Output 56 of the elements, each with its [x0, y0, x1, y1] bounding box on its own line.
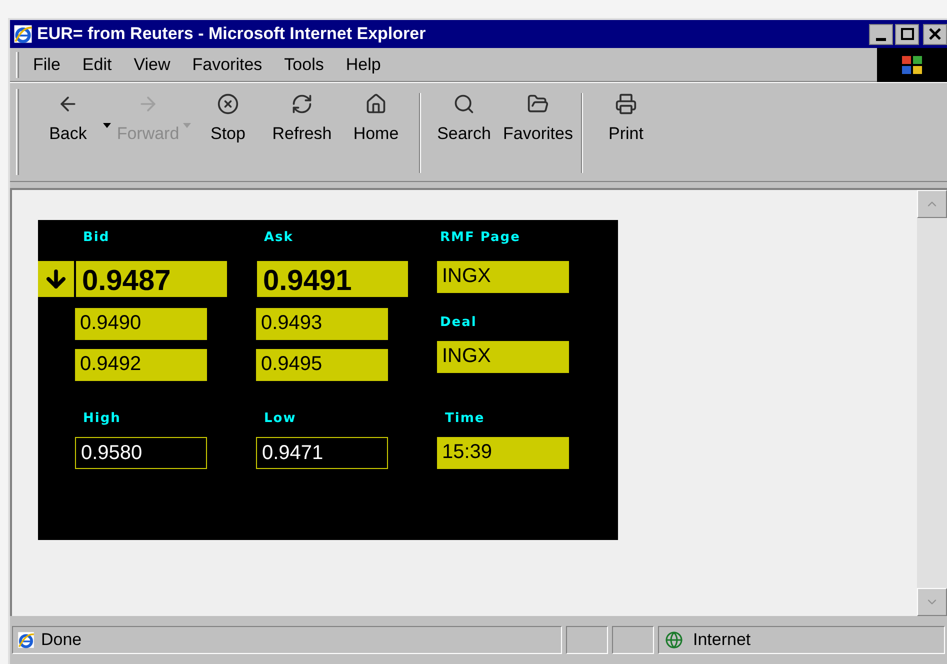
toolbar-button[interactable]: Print: [589, 83, 663, 146]
menu-item[interactable]: Edit: [82, 52, 112, 78]
refresh-icon: [291, 93, 313, 115]
house-icon: [365, 93, 387, 115]
scroll-down-button[interactable]: [917, 588, 947, 616]
toolbar-button[interactable]: Search: [427, 83, 501, 146]
toolbar-button[interactable]: Favorites: [501, 83, 575, 146]
printer-icon: [615, 93, 637, 115]
minimize-button[interactable]: [869, 24, 893, 44]
menu-item[interactable]: Tools: [284, 52, 324, 78]
maximize-icon: [900, 28, 914, 40]
vertical-scrollbar[interactable]: [917, 190, 947, 616]
value-box: INGX: [437, 341, 569, 373]
minimize-icon: [876, 38, 886, 40]
field-label: Deal: [440, 314, 478, 332]
browser-logo-icon: [17, 631, 35, 649]
depth-price-box: 0.9490: [75, 308, 207, 340]
window-title: EUR= from Reuters - Microsoft Internet Explorer: [37, 23, 426, 46]
search-icon: [453, 93, 475, 115]
field-label: Ask: [264, 229, 294, 247]
field-label: Bid: [83, 229, 111, 247]
field-label: Time: [445, 410, 486, 428]
value-box: 0.9471: [256, 437, 388, 469]
scroll-up-button[interactable]: [917, 190, 947, 218]
folder-icon: [527, 93, 549, 115]
depth-price-box: 0.9492: [75, 349, 207, 381]
close-button[interactable]: [923, 24, 947, 44]
field-label: RMF Page: [440, 229, 522, 247]
browser-logo-icon: [13, 24, 33, 44]
status-pane: [566, 626, 608, 654]
windows-flag-icon: [901, 54, 923, 74]
menu-item[interactable]: View: [134, 52, 170, 78]
maximize-button[interactable]: [895, 24, 919, 44]
toolbar-button[interactable]: Stop: [191, 83, 265, 146]
globe-icon: [665, 631, 683, 649]
toolbar-button[interactable]: Refresh: [265, 83, 339, 146]
status-pane: [612, 626, 654, 654]
stop-icon: [217, 93, 239, 115]
value-box: 15:39: [437, 437, 569, 469]
value-box: 0.9580: [75, 437, 207, 469]
menu-item[interactable]: Help: [346, 52, 381, 78]
close-icon: [929, 28, 941, 40]
menu-item[interactable]: Favorites: [192, 52, 262, 78]
toolbar-button[interactable]: Back: [31, 83, 105, 146]
field-label: Low: [264, 410, 298, 428]
zone-text: Internet: [693, 629, 751, 652]
status-text: Done: [41, 629, 82, 652]
depth-price-box: 0.9493: [256, 308, 388, 340]
field-label: High: [83, 410, 122, 428]
toolbar-button[interactable]: Home: [339, 83, 413, 146]
best-price-box: 0.9487: [76, 261, 227, 297]
value-box: INGX: [437, 261, 569, 293]
depth-price-box: 0.9495: [256, 349, 388, 381]
menu-item[interactable]: File: [33, 52, 60, 78]
best-price-box: 0.9491: [257, 261, 408, 297]
dropdown-caret-icon[interactable]: [103, 123, 111, 128]
